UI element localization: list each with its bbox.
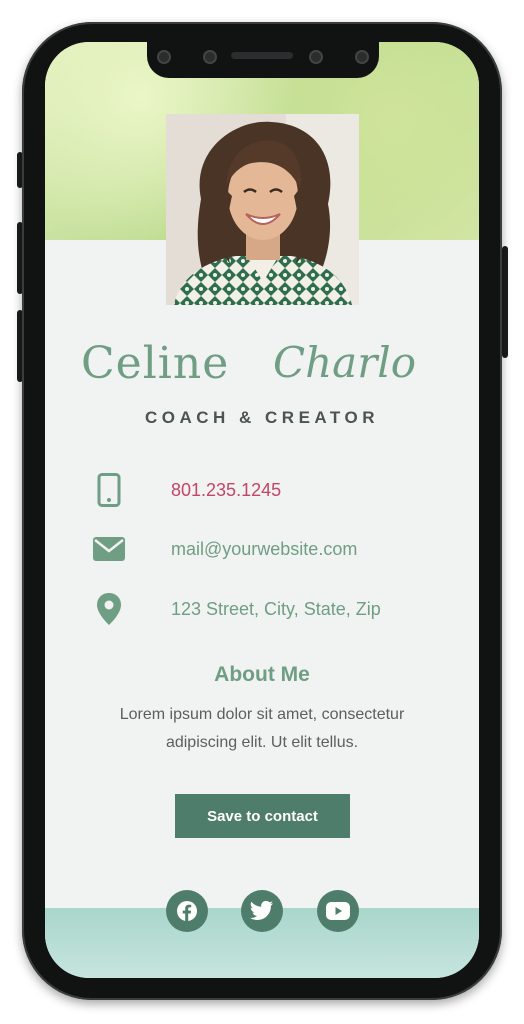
phone-screen: Celine Charlo COACH & CREATOR 801.235.12… [45, 42, 479, 978]
map-pin-icon [89, 589, 129, 629]
save-to-contact-button[interactable]: Save to contact [175, 794, 350, 838]
front-camera-dot [355, 50, 369, 64]
youtube-icon [326, 902, 350, 920]
contact-row-email[interactable]: mail@yourwebsite.com [45, 529, 479, 569]
contact-email-text[interactable]: mail@yourwebsite.com [171, 539, 357, 560]
profile-first-name: Celine [81, 338, 230, 389]
sensor-dot [309, 50, 323, 64]
youtube-button[interactable] [317, 890, 359, 932]
mobile-phone-icon [89, 470, 129, 510]
power-button [502, 246, 508, 358]
facebook-button[interactable] [166, 890, 208, 932]
contact-row-address[interactable]: 123 Street, City, State, Zip [45, 589, 479, 629]
profile-last-name: Charlo [273, 338, 417, 387]
twitter-icon [250, 900, 273, 920]
about-body: Lorem ipsum dolor sit amet, consectetur … [119, 706, 405, 751]
phone-notch [147, 42, 379, 78]
profile-photo [166, 114, 359, 305]
sensor-dot [157, 50, 171, 64]
twitter-button[interactable] [241, 890, 283, 932]
profile-tagline: COACH & CREATOR [144, 408, 380, 427]
profile-photo-illustration [166, 114, 359, 305]
sensor-dot [203, 50, 217, 64]
envelope-icon [89, 529, 129, 569]
contact-row-phone[interactable]: 801.235.1245 [45, 470, 479, 510]
speaker-grille [231, 52, 293, 59]
about-title: About Me [214, 663, 310, 686]
mockup-stage: Celine Charlo COACH & CREATOR 801.235.12… [0, 0, 524, 1024]
contact-address-text[interactable]: 123 Street, City, State, Zip [171, 599, 381, 620]
facebook-icon [177, 901, 197, 921]
contact-phone-text[interactable]: 801.235.1245 [171, 480, 281, 501]
